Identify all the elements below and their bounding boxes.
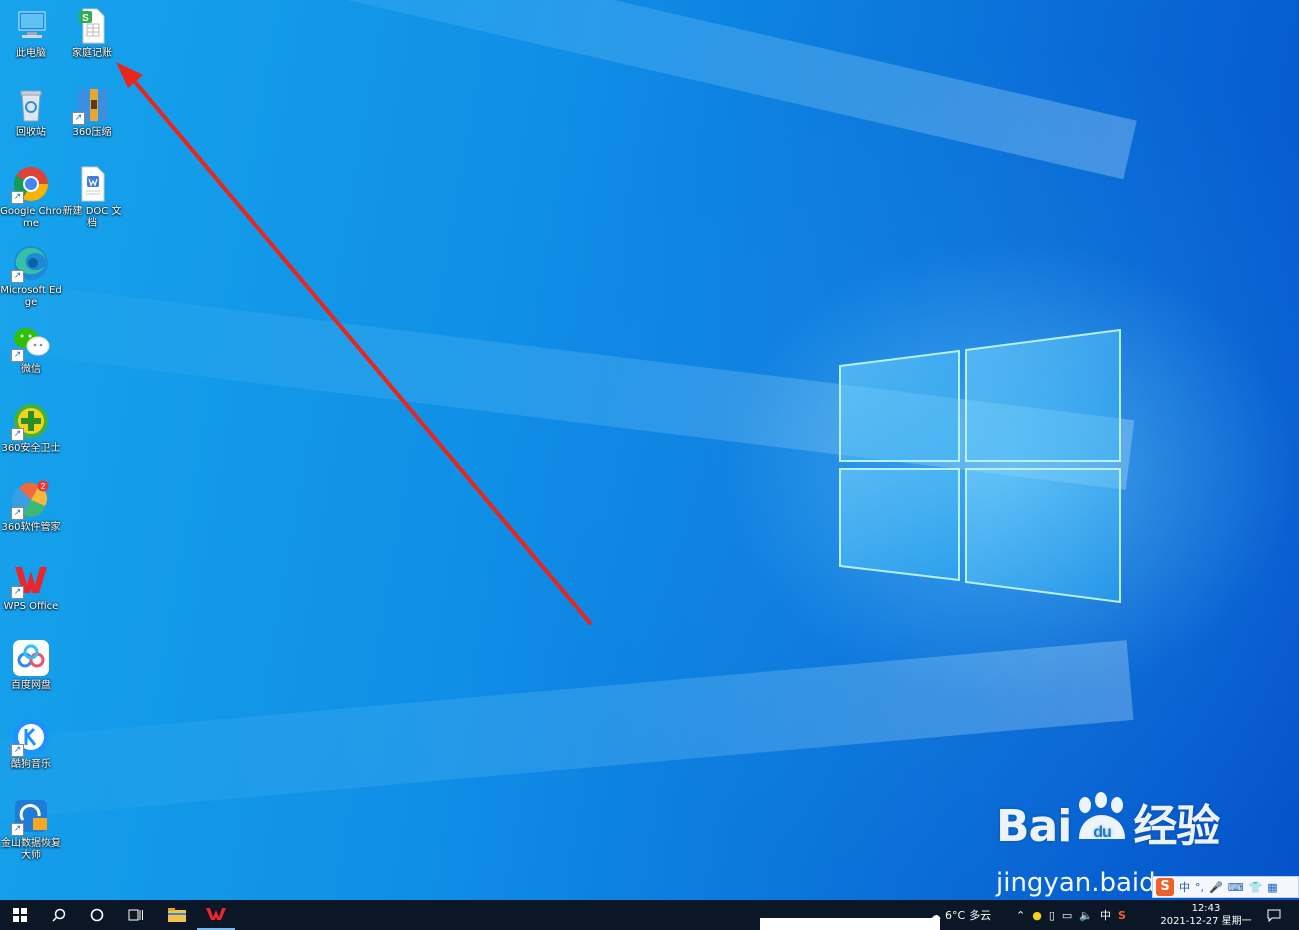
desktop-icon-360-software-manager[interactable]: 2 ↗ 360软件管家 [0, 480, 62, 534]
desktop: 此电脑 S 家庭记账 回收站 ↗ 360压缩 ↗ Google Chrome 新… [0, 0, 1299, 900]
skin-icon[interactable]: 👕 [1249, 881, 1263, 894]
notification-icon [1267, 909, 1281, 922]
svg-text:2: 2 [41, 482, 46, 491]
kugou-music-icon: ↗ [11, 717, 51, 757]
word-document-icon [72, 164, 112, 204]
desktop-icon-wps-office[interactable]: ↗ WPS Office [0, 559, 62, 613]
desktop-icon-google-chrome[interactable]: ↗ Google Chrome [0, 164, 62, 230]
ime-punctuation-toggle[interactable]: °, [1195, 881, 1204, 894]
desktop-icon-this-pc[interactable]: 此电脑 [0, 6, 62, 60]
desktop-icon-wechat[interactable]: ↗ 微信 [0, 322, 62, 376]
toolbox-icon[interactable]: ▦ [1267, 881, 1277, 894]
desktop-icon-360-security[interactable]: ↗ 360安全卫士 [0, 401, 62, 455]
baidu-jingyan-watermark: Bai du 经验 jingyan.baidu.com [996, 790, 1236, 898]
desktop-icon-kugou-music[interactable]: ↗ 酷狗音乐 [0, 717, 62, 771]
keyboard-icon[interactable]: ⌨ [1228, 881, 1244, 894]
microphone-icon[interactable]: 🎤 [1209, 881, 1223, 894]
light-beam [0, 0, 1137, 180]
ime-mode-toggle[interactable]: 中 [1179, 879, 1190, 895]
search-icon [52, 908, 66, 922]
annotation-arrow [116, 62, 592, 625]
taskbar: ☁ 6°C 多云 ⌃ ● ▯ ▭ 🔈 中 S 12:43 2021-12-27 … [0, 900, 1299, 930]
360-software-manager-icon: 2 ↗ [11, 480, 51, 520]
archive-icon: ↗ [72, 85, 112, 125]
wechat-icon: ↗ [11, 322, 51, 362]
start-button[interactable] [1, 900, 39, 930]
usb-icon[interactable]: ▯ [1049, 909, 1055, 922]
light-beam [0, 270, 1135, 490]
shortcut-arrow-icon: ↗ [11, 586, 24, 599]
wps-taskbar-button[interactable] [197, 900, 235, 930]
computer-icon [11, 6, 51, 46]
shortcut-arrow-icon: ↗ [11, 191, 24, 204]
clock-date: 2021-12-27 星期一 [1160, 916, 1252, 927]
ime-candidate-strip [760, 918, 940, 930]
recycle-bin-icon [11, 85, 51, 125]
wps-icon [206, 908, 226, 920]
data-recovery-icon: ↗ [11, 796, 51, 836]
desktop-icon-data-recovery[interactable]: ↗ 金山数据恢复大师 [0, 796, 62, 862]
weather-description: 多云 [969, 909, 992, 922]
shortcut-arrow-icon: ↗ [11, 270, 24, 283]
desktop-icon-recycle-bin[interactable]: 回收站 [0, 85, 62, 139]
clock-time: 12:43 [1191, 903, 1221, 914]
shortcut-arrow-icon: ↗ [11, 744, 24, 757]
edge-icon: ↗ [11, 243, 51, 283]
desktop-icon-family-accounts[interactable]: S 家庭记账 [61, 6, 123, 60]
sogou-logo-icon[interactable]: S [1156, 878, 1174, 896]
network-icon[interactable]: ▭ [1062, 909, 1072, 922]
windows-logo-wallpaper [839, 328, 1121, 604]
desktop-icon-360zip[interactable]: ↗ 360压缩 [61, 85, 123, 139]
ime-toolbar[interactable]: S 中 °, 🎤 ⌨ 👕 ▦ [1152, 876, 1299, 898]
folder-icon [168, 908, 186, 922]
desktop-icon-new-doc[interactable]: 新建 DOC 文档 [61, 164, 123, 230]
desktop-icon-baidu-netdisk[interactable]: 百度网盘 [0, 638, 62, 692]
shortcut-arrow-icon: ↗ [72, 112, 85, 125]
shortcut-arrow-icon: ↗ [11, 349, 24, 362]
light-beam [0, 640, 1134, 828]
task-view-button[interactable] [117, 900, 155, 930]
svg-text:du: du [1094, 824, 1112, 841]
task-view-icon [128, 909, 143, 921]
shortcut-arrow-icon: ↗ [11, 507, 24, 520]
action-center-button[interactable] [1262, 900, 1286, 930]
chrome-icon: ↗ [11, 164, 51, 204]
wps-icon: ↗ [11, 559, 51, 599]
desktop-icon-microsoft-edge[interactable]: ↗ Microsoft Edge [0, 243, 62, 309]
360-tray-icon[interactable]: ● [1032, 909, 1042, 922]
shortcut-arrow-icon: ↗ [11, 428, 24, 441]
360-security-icon: ↗ [11, 401, 51, 441]
windows-start-icon [13, 908, 27, 922]
paw-logo-icon: du [1071, 791, 1133, 847]
cortana-icon [90, 908, 104, 922]
baidu-netdisk-icon [11, 638, 51, 678]
weather-temperature: 6°C [945, 908, 966, 922]
shortcut-arrow-icon: ↗ [11, 823, 24, 836]
chevron-up-icon[interactable]: ⌃ [1016, 909, 1025, 922]
svg-text:S: S [82, 13, 89, 24]
cortana-button[interactable] [78, 900, 116, 930]
clock[interactable]: 12:43 2021-12-27 星期一 [1158, 902, 1254, 928]
file-explorer-button[interactable] [158, 900, 196, 930]
ime-mode-indicator[interactable]: 中 [1100, 907, 1111, 923]
search-button[interactable] [40, 900, 78, 930]
spreadsheet-file-icon: S [72, 6, 112, 46]
watermark-brand: Bai du 经验 [996, 792, 1220, 852]
system-tray: ⌃ ● ▯ ▭ 🔈 中 S [1016, 900, 1126, 930]
sogou-tray-icon[interactable]: S [1118, 909, 1126, 922]
volume-icon[interactable]: 🔈 [1079, 909, 1093, 922]
